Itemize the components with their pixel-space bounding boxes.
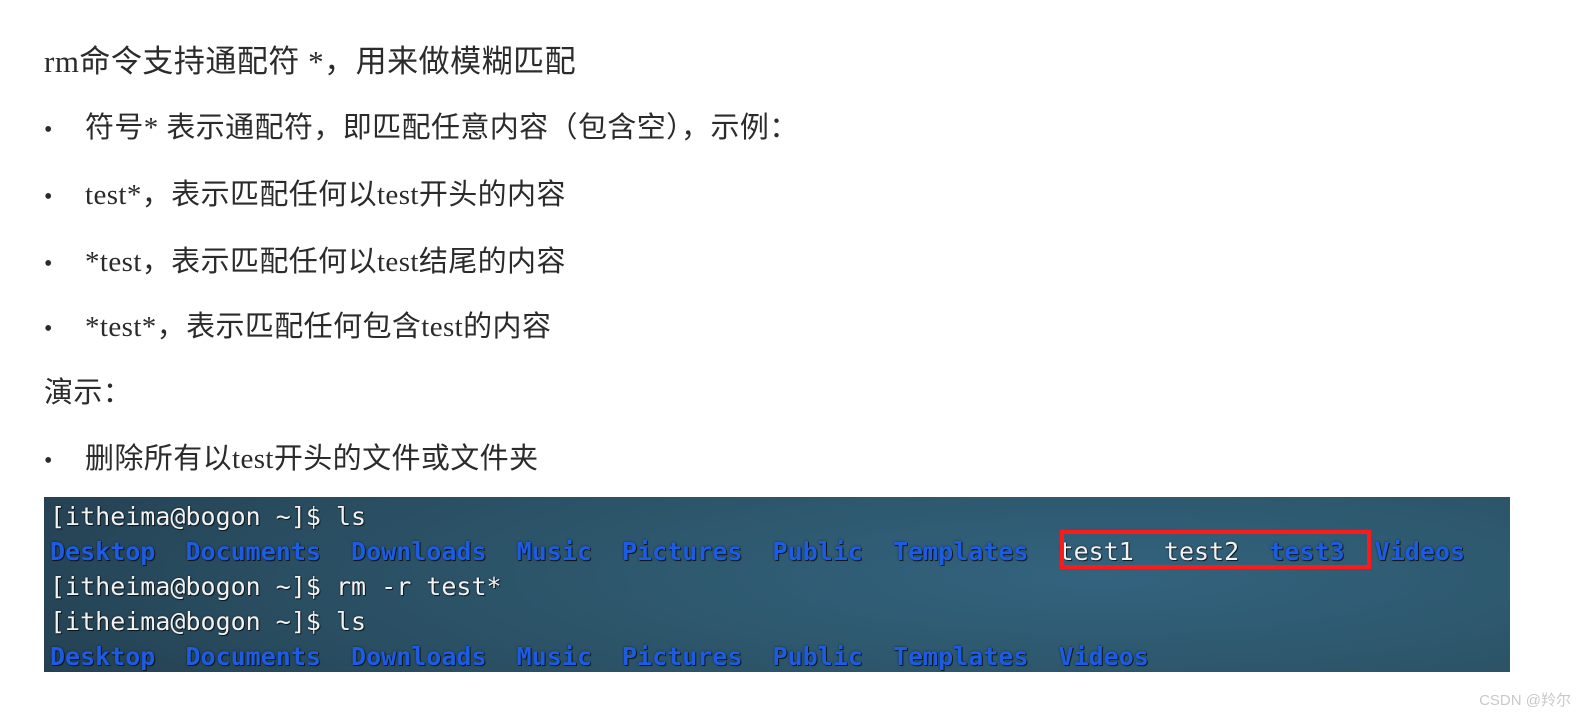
file-name: test1 [1058, 537, 1134, 566]
list-item: • 删除所有以test开头的文件或文件夹 [44, 439, 538, 481]
bullet-marker-icon: • [44, 117, 53, 143]
directory-name: Music [516, 537, 592, 566]
terminal-command-line: [itheima@bogon ~]$ rm -r test* [50, 569, 1510, 604]
list-item-label: 删除所有以test开头的文件或文件夹 [85, 443, 539, 475]
directory-name: Public [772, 537, 863, 566]
terminal-command-line: [itheima@bogon ~]$ ls [50, 604, 1510, 639]
section-label: 演示： [44, 377, 133, 409]
directory-name: Downloads [351, 537, 487, 566]
prompt-text: rm -r test* [335, 572, 502, 601]
directory-name: Templates [892, 642, 1029, 671]
prompt-text: [itheima@bogon ~]$ [50, 502, 336, 531]
directory-name: Videos [1374, 537, 1465, 566]
watermark: CSDN @羚尔 [1479, 692, 1571, 709]
list-item-label: *test，表示匹配任何以test结尾的内容 [85, 246, 566, 278]
prompt-text: [itheima@bogon ~]$ [50, 607, 336, 636]
directory-name: Pictures [622, 537, 743, 566]
directory-name: Documents [185, 642, 321, 671]
directory-name: Documents [185, 537, 321, 566]
directory-name: Music [516, 642, 592, 671]
page-title: rm命令支持通配符 *，用来做模糊匹配 [44, 44, 577, 79]
list-item-label: *test*，表示匹配任何包含test的内容 [85, 311, 552, 343]
bullet-marker-icon: • [44, 448, 53, 474]
list-item-label: test*，表示匹配任何以test开头的内容 [85, 179, 566, 211]
file-name: test2 [1163, 537, 1240, 566]
directory-name: Public [772, 642, 863, 671]
directory-name: Desktop [50, 642, 156, 671]
list-item: • *test*，表示匹配任何包含test的内容 [44, 307, 551, 349]
bullet-marker-icon: • [44, 316, 53, 342]
list-item: • 符号* 表示通配符，即匹配任意内容（包含空），示例： [44, 108, 799, 150]
terminal-command-line: [itheima@bogon ~]$ ls [50, 499, 1510, 534]
list-item: • test*，表示匹配任何以test开头的内容 [44, 175, 566, 217]
terminal-window[interactable]: [itheima@bogon ~]$ ls Desktop Documents D… [44, 497, 1510, 672]
terminal-output: [itheima@bogon ~]$ ls Desktop Documents D… [50, 499, 1510, 672]
list-item-label: 符号* 表示通配符，即匹配任意内容（包含空），示例： [85, 112, 799, 144]
prompt-text: ls [335, 502, 367, 531]
list-item: • *test，表示匹配任何以test结尾的内容 [44, 242, 566, 284]
directory-name: Downloads [351, 642, 487, 671]
bullet-marker-icon: • [44, 251, 53, 277]
directory-name: Pictures [622, 642, 743, 671]
directory-name: test3 [1269, 537, 1345, 566]
directory-name: Desktop [50, 537, 156, 566]
prompt-text: [itheima@bogon ~]$ [50, 572, 336, 601]
terminal-output-line: Desktop Documents Downloads Music Pictur… [50, 534, 1510, 569]
directory-name: Videos [1058, 642, 1149, 671]
terminal-output-line: Desktop Documents Downloads Music Pictur… [50, 639, 1510, 672]
bullet-marker-icon: • [44, 184, 53, 210]
directory-name: Templates [892, 537, 1029, 566]
prompt-text: ls [335, 607, 367, 636]
